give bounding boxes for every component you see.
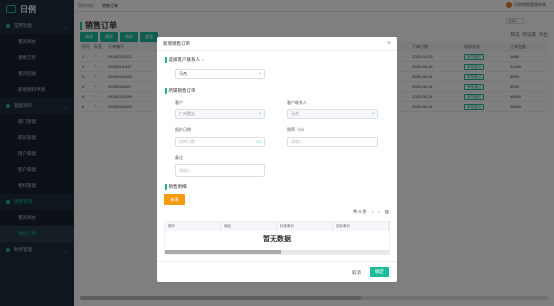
chevron-right-icon: › xyxy=(259,111,261,117)
dialog-title: 新增销售订单 xyxy=(163,40,190,46)
customer-field[interactable]: 广州置业 › xyxy=(175,109,265,119)
pager: 共 0 条 ‹ › ▥ xyxy=(353,209,389,215)
close-icon[interactable]: × xyxy=(387,40,391,47)
calendar-icon: ▭ xyxy=(256,139,261,145)
contact-person-value: 马杰 xyxy=(291,111,299,116)
add-detail-button[interactable]: 新增 xyxy=(164,194,185,205)
remark-placeholder: 请输入 xyxy=(179,167,191,173)
section-order: 所属销售订单 xyxy=(165,88,196,94)
detail-table-header: 操作 商品 标准单价 实际单价 xyxy=(165,222,389,231)
tax-placeholder: 请输入 xyxy=(291,139,303,144)
confirm-button[interactable]: 确定 xyxy=(370,267,389,277)
section-details-label: 销售明细 xyxy=(168,184,187,189)
customer-label: 客户 xyxy=(175,100,183,105)
chevron-right-icon: › xyxy=(372,111,374,117)
contact-person-field[interactable]: 马杰 › xyxy=(287,109,378,119)
customer-value: 广州置业 xyxy=(179,111,195,116)
chevron-left-icon[interactable]: ‹ xyxy=(372,209,374,215)
section-contact-label: 选择客户联系人 xyxy=(168,57,201,62)
detail-col-product: 商品 xyxy=(221,222,277,231)
date-label: 报价日期 xyxy=(175,127,191,132)
empty-state: 暂无数据 xyxy=(263,236,291,243)
remark-label: 备注 xyxy=(175,155,183,160)
detail-table: 操作 商品 标准单价 实际单价 暂无数据 xyxy=(164,221,390,255)
contact-select[interactable]: 马杰 › xyxy=(175,69,265,79)
tax-label: 税率（%） xyxy=(287,127,307,132)
contact-select-value: 马杰 xyxy=(179,71,187,76)
contact-person-label: 客户联系人 xyxy=(287,100,307,105)
chevron-right-icon[interactable]: › xyxy=(378,209,380,215)
date-picker[interactable]: 选择日期 ▭ xyxy=(175,137,265,147)
detail-col-action: 操作 xyxy=(165,222,221,231)
column-settings-icon[interactable]: ▥ xyxy=(385,209,389,215)
remark-textarea[interactable]: 请输入 xyxy=(175,164,265,177)
detail-col-std-price: 标准单价 xyxy=(277,222,333,231)
detail-scrollbar[interactable] xyxy=(165,250,389,254)
cancel-button[interactable]: 取消 xyxy=(348,268,365,278)
dialog-footer: 取消 确定 xyxy=(157,261,397,282)
section-details: 销售明细 xyxy=(165,184,187,190)
date-placeholder: 选择日期 xyxy=(179,139,195,144)
new-order-dialog: 新增销售订单 × 选择客户联系人 * 马杰 › 所属销售订单 客户 广州置业 › 客户… xyxy=(157,37,397,282)
detail-col-actual-price: 实际单价 xyxy=(333,222,389,231)
dialog-header: 新增销售订单 × xyxy=(157,37,397,51)
tax-input[interactable]: 请输入 xyxy=(287,137,378,147)
section-order-label: 所属销售订单 xyxy=(168,88,196,93)
chevron-right-icon: › xyxy=(259,71,261,77)
pager-total: 共 0 条 xyxy=(352,209,367,214)
section-contact: 选择客户联系人 * xyxy=(165,57,204,63)
